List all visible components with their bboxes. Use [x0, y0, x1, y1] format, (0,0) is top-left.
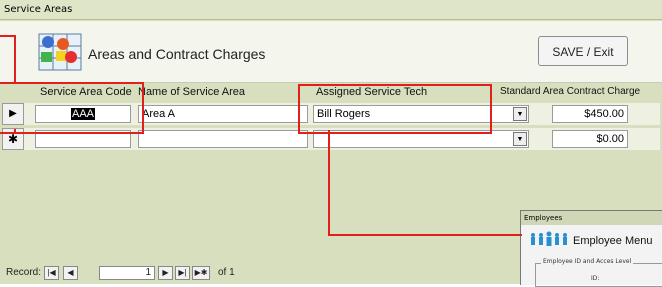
record-count: of 1 [218, 267, 235, 278]
employee-id-frame-label: Employee ID and Acces Level [541, 258, 634, 265]
employees-window-title: Employees [521, 211, 662, 225]
callout-line-tech-vertical [328, 130, 330, 236]
save-exit-button[interactable]: SAVE / Exit [538, 36, 628, 66]
chevron-down-icon[interactable]: ▼ [513, 132, 527, 146]
service-area-name-field[interactable]: Area A [138, 105, 308, 123]
service-area-name-field[interactable] [138, 130, 308, 148]
new-record-icon[interactable]: ▶✱ [192, 266, 210, 280]
first-record-icon[interactable]: |◀ [44, 266, 59, 280]
record-label: Record: [6, 267, 42, 278]
column-header-charge: Standard Area Contract Charge [500, 86, 641, 97]
next-record-icon[interactable]: ▶ [158, 266, 173, 280]
service-areas-form: Service Areas Areas and Contract Charges… [0, 0, 662, 287]
form-title: Areas and Contract Charges [88, 46, 266, 62]
column-header-name: Name of Service Area [138, 86, 245, 98]
window-title: Service Areas [0, 0, 662, 20]
last-record-icon[interactable]: ▶| [175, 266, 190, 280]
callout-line-tech-horizontal [328, 234, 522, 236]
callout-line-top-vertical [14, 35, 16, 83]
employee-menu-title: Employee Menu [573, 235, 653, 247]
grid-shapes-icon [38, 33, 82, 71]
employees-window[interactable]: Employees Employee Menu Employee ID and … [520, 210, 662, 287]
chevron-down-icon[interactable]: ▼ [513, 107, 527, 121]
callout-box-code [0, 82, 144, 134]
previous-record-icon[interactable]: ◀ [63, 266, 78, 280]
people-group-icon [531, 231, 567, 246]
callout-line-bottom [0, 132, 16, 134]
contract-charge-field[interactable]: $450.00 [552, 105, 628, 123]
callout-box-tech [298, 84, 492, 134]
employee-id-label: ID: [591, 275, 600, 282]
contract-charge-field[interactable]: $0.00 [552, 130, 628, 148]
current-record-input[interactable]: 1 [99, 266, 155, 280]
record-navigation-bar: Record: |◀ ◀ 1 ▶ ▶| ▶✱ of 1 [0, 264, 530, 284]
